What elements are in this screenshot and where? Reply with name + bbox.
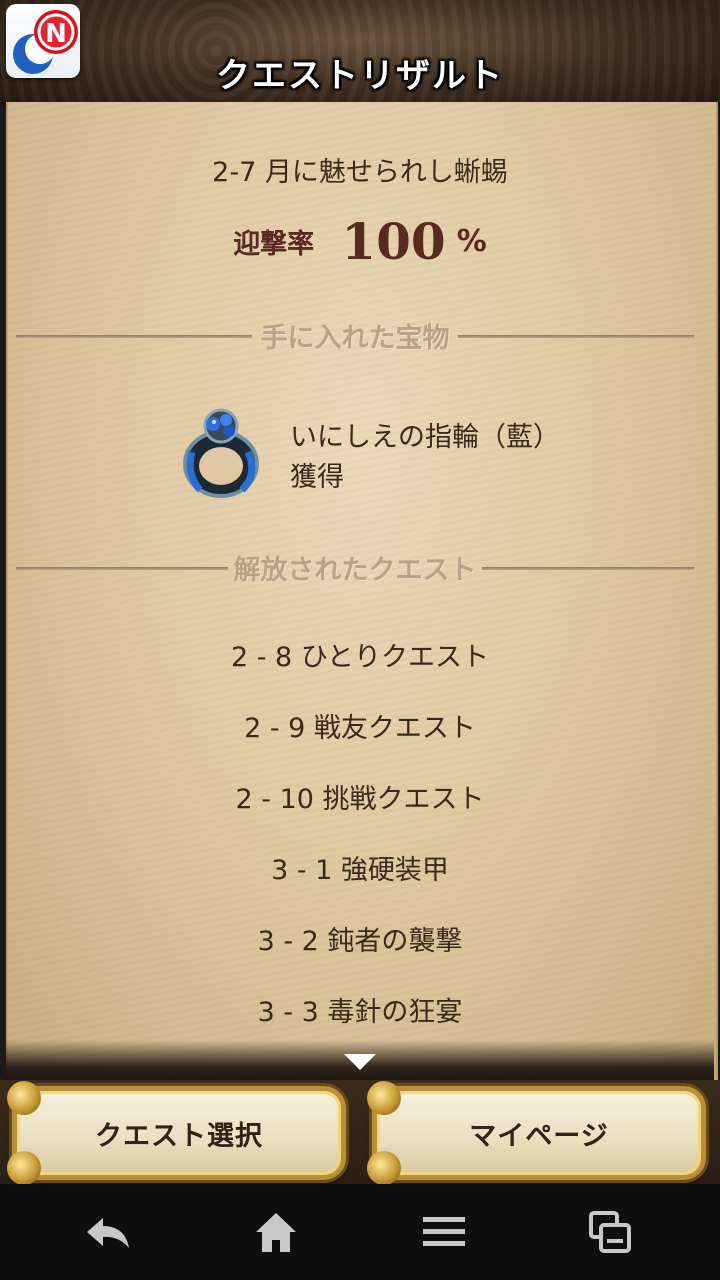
treasure-item-name: いにしえの指輪（藍） [290,422,560,453]
rate-value: 100 [341,212,446,271]
ornament-icon [7,1151,41,1185]
my-page-button[interactable]: マイページ [367,1081,706,1185]
rate-label: 迎撃率 [233,229,315,260]
list-item: 3 - 1 強硬装甲 [271,855,449,886]
quest-name: 2-7 月に魅せられし蜥蜴 [212,157,508,188]
ornament-icon [367,1151,401,1185]
divider-line-right [458,335,694,338]
app-logo-letter: N [45,19,67,49]
quest-select-button[interactable]: クエスト選択 [7,1081,346,1185]
quest-select-label: クエスト選択 [95,1120,263,1152]
scroll-down-icon[interactable] [344,1054,376,1070]
list-item: 2 - 10 挑戦クエスト [235,784,485,815]
ornament-icon [367,1081,401,1115]
list-item: 2 - 9 戦友クエスト [244,713,476,744]
page-title: クエストリザルト [216,56,504,96]
header-bar: N クエストリザルト [0,0,720,105]
menu-icon[interactable] [414,1206,474,1258]
treasure-info: いにしえの指輪（藍） 獲得 [290,418,560,498]
ornament-icon [7,1081,41,1115]
app-root: N クエストリザルト 2-7 月に魅せられし蜥蜴 迎撃率 100 % 手に入れた… [0,0,720,1280]
list-item: 2 - 8 ひとりクエスト [230,642,490,673]
ring-icon [178,404,264,500]
unlocked-quest-list: 2 - 8 ひとりクエスト 2 - 9 戦友クエスト 2 - 10 挑戦クエスト… [0,636,720,1062]
rate-unit: % [456,224,487,259]
recent-apps-icon[interactable] [580,1206,640,1258]
list-item: 3 - 2 鈍者の襲撃 [257,926,463,957]
unlocked-section-divider: 解放されたクエスト [16,548,694,588]
divider-line-right [482,567,694,570]
my-page-label: マイページ [469,1120,609,1152]
treasure-section-divider: 手に入れた宝物 [16,316,694,356]
home-icon[interactable] [246,1206,306,1258]
treasure-status: 獲得 [290,462,344,493]
intercept-rate: 迎撃率 100 % [0,212,720,271]
back-icon[interactable] [78,1206,138,1258]
